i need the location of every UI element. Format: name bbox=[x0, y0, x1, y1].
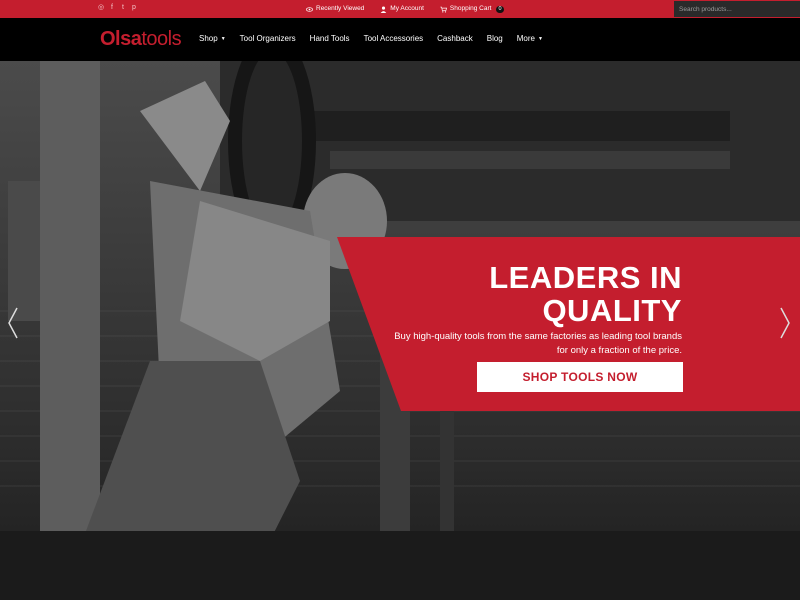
my-account-label: My Account bbox=[390, 5, 424, 12]
nav-item-label: Cashback bbox=[437, 34, 473, 43]
nav-item-cashback[interactable]: Cashback bbox=[437, 34, 473, 44]
chevron-left-icon[interactable] bbox=[6, 305, 20, 341]
chevron-down-icon: ▼ bbox=[220, 36, 226, 42]
nav-item-tool-organizers[interactable]: Tool Organizers bbox=[240, 34, 296, 44]
chevron-down-icon: ▼ bbox=[537, 36, 543, 42]
logo-part-olsa: Olsa bbox=[100, 28, 142, 50]
nav-menu: Shop ▼ Tool Organizers Hand Tools Tool Ac… bbox=[199, 34, 557, 44]
nav-item-label: Tool Accessories bbox=[363, 34, 424, 43]
headline-line-2: QUALITY bbox=[542, 293, 682, 328]
shop-tools-now-button[interactable]: SHOP TOOLS NOW bbox=[477, 362, 683, 392]
cart-icon bbox=[440, 6, 447, 13]
site-logo[interactable]: Olsatools bbox=[100, 27, 182, 51]
nav-item-hand-tools[interactable]: Hand Tools bbox=[310, 34, 350, 44]
my-account-link[interactable]: My Account bbox=[380, 4, 424, 14]
shopping-cart-label: Shopping Cart bbox=[449, 5, 492, 12]
eye-icon bbox=[306, 6, 313, 12]
hero-slider: LEADERS IN QUALITY Buy high-quality tool… bbox=[0, 61, 800, 600]
recently-viewed-link[interactable]: Recently Viewed bbox=[306, 4, 364, 14]
nav-item-more[interactable]: More ▼ bbox=[517, 34, 543, 44]
nav-item-label: Shop bbox=[199, 34, 218, 43]
search-input[interactable] bbox=[674, 1, 800, 17]
headline-line-1: LEADERS IN bbox=[489, 260, 682, 295]
hero-subtext: Buy high-quality tools from the same fac… bbox=[394, 331, 682, 356]
nav-item-tool-accessories[interactable]: Tool Accessories bbox=[364, 34, 424, 44]
chevron-right-icon[interactable] bbox=[778, 305, 792, 341]
shopping-cart-link[interactable]: Shopping Cart 0 bbox=[440, 4, 504, 14]
social-links: ◎ f t p bbox=[98, 4, 137, 12]
cart-count-badge: 0 bbox=[496, 5, 504, 13]
facebook-icon[interactable]: f bbox=[109, 4, 115, 12]
hero-headline: LEADERS IN QUALITY bbox=[489, 261, 682, 327]
twitter-icon[interactable]: t bbox=[120, 4, 126, 12]
pinterest-icon[interactable]: p bbox=[131, 4, 137, 12]
logo-part-tools: tools bbox=[141, 28, 182, 50]
user-icon bbox=[380, 6, 387, 13]
main-navigation: Olsatools Shop ▼ Tool Organizers Hand Too… bbox=[0, 18, 800, 61]
utility-links: Recently Viewed My Account Shopping Cart… bbox=[306, 4, 504, 14]
instagram-icon[interactable]: ◎ bbox=[98, 4, 104, 12]
nav-item-shop[interactable]: Shop ▼ bbox=[199, 34, 226, 44]
nav-item-label: Blog bbox=[486, 34, 503, 43]
nav-item-label: More bbox=[516, 34, 535, 43]
top-utility-bar: ◎ f t p Recently Viewed My Account Shopp… bbox=[0, 0, 800, 18]
nav-item-blog[interactable]: Blog bbox=[487, 34, 503, 44]
nav-item-label: Tool Organizers bbox=[239, 34, 296, 43]
nav-item-label: Hand Tools bbox=[309, 34, 350, 43]
recently-viewed-label: Recently Viewed bbox=[316, 5, 365, 12]
